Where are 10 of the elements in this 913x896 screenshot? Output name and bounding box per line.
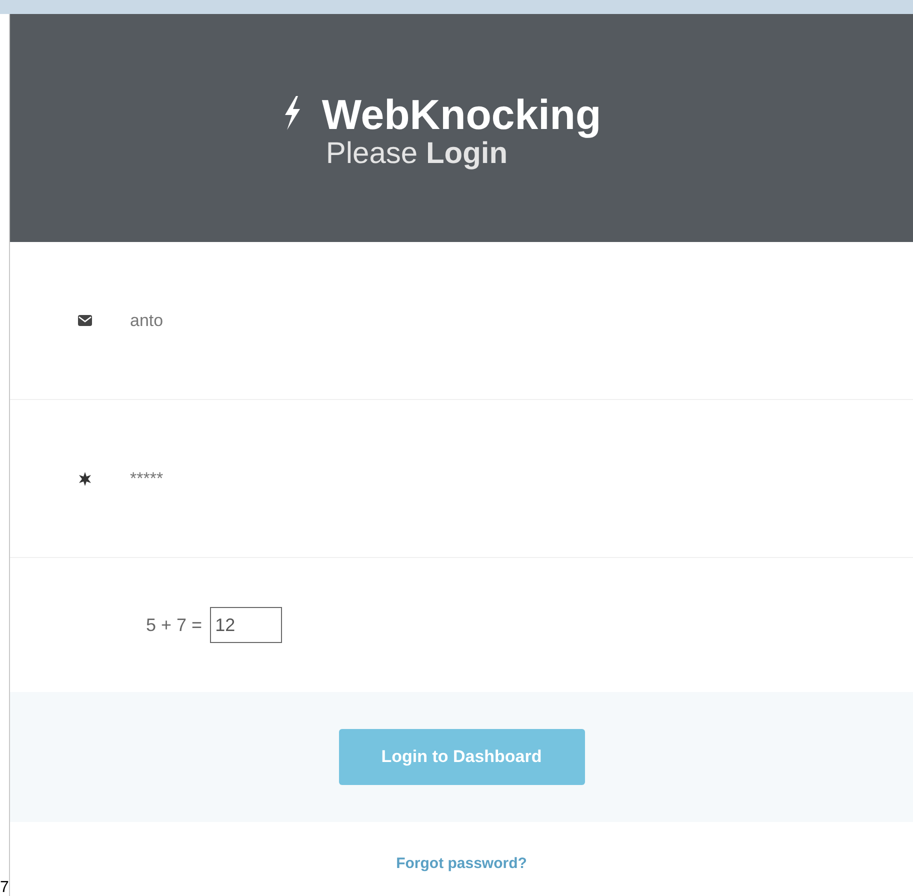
password-field[interactable]: *****: [130, 466, 164, 492]
forgot-password-link[interactable]: Forgot password?: [396, 852, 527, 876]
captcha-question: 5 + 7 =: [146, 614, 202, 636]
asterisk-icon: [78, 472, 92, 486]
corner-number: 7: [0, 880, 9, 896]
app-title: WebKnocking: [322, 92, 602, 138]
mail-icon: [78, 315, 92, 326]
subtitle: Please Login: [326, 138, 508, 170]
username-field[interactable]: anto: [130, 308, 164, 334]
captcha-field[interactable]: 12: [210, 607, 282, 643]
